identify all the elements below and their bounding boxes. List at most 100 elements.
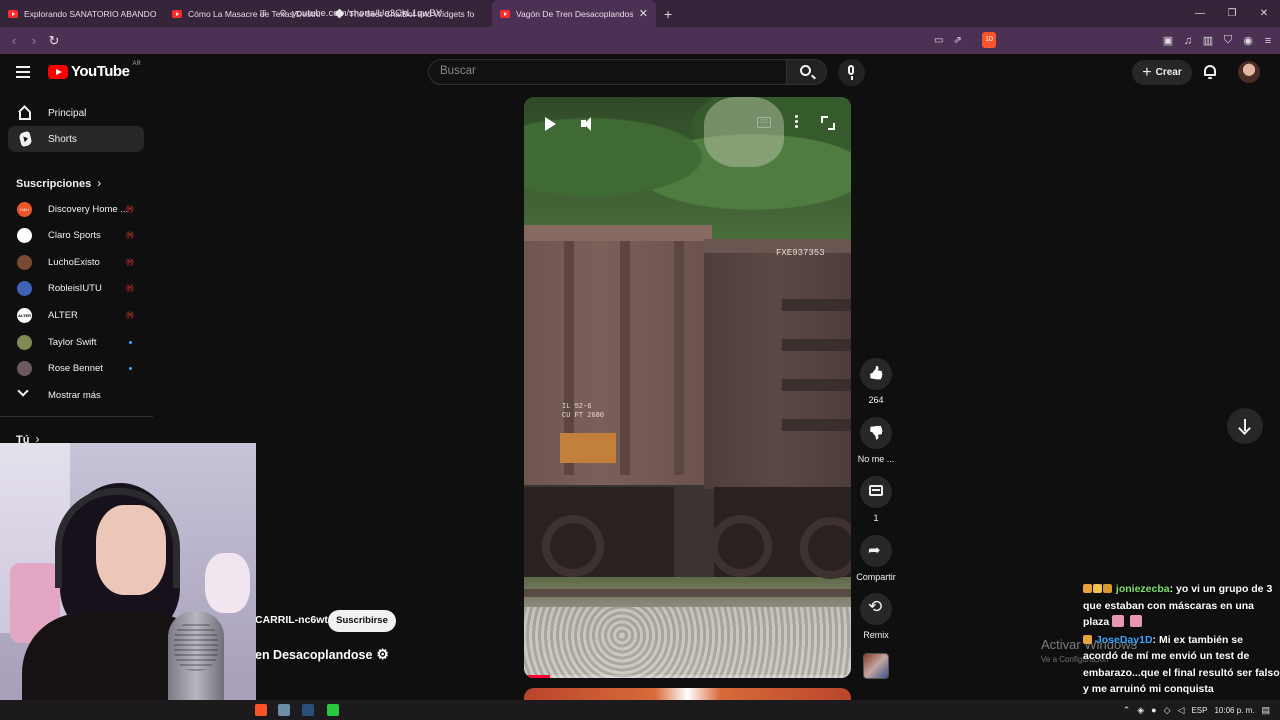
share-page-icon[interactable]: ⇗ <box>953 35 961 46</box>
taskbar <box>0 700 1280 720</box>
forward-icon[interactable]: › <box>24 33 44 48</box>
steam-taskbar-icon[interactable] <box>302 704 314 716</box>
plus-icon: + <box>1142 63 1152 81</box>
webcam-overlay <box>0 443 256 720</box>
more-options-icon[interactable] <box>795 115 798 130</box>
channel-avatar <box>17 227 32 243</box>
youtube-logo[interactable]: YouTube AR <box>48 61 141 80</box>
notifications-tray-icon[interactable]: ▤ <box>1261 705 1270 716</box>
browser-tab[interactable]: Explorando SANATORIO ABANDONA <box>0 0 164 27</box>
youtube-favicon-icon <box>172 9 182 18</box>
chevron-right-icon: › <box>97 176 102 190</box>
channel-name[interactable]: CARRIL-nc6wt <box>255 614 328 626</box>
avatar[interactable] <box>1238 61 1260 83</box>
youtube-favicon-icon <box>8 9 18 18</box>
wifi-icon[interactable]: ◇ <box>1164 705 1171 716</box>
volume-icon[interactable] <box>581 116 597 132</box>
like-icon <box>860 358 892 390</box>
brave-taskbar-icon[interactable] <box>255 704 267 716</box>
sidebar-divider <box>0 416 153 417</box>
shorts-video-player[interactable]: FXE937353 IL 52-6 CU FT 2680 CC <box>524 97 851 678</box>
train-car <box>524 225 712 485</box>
site-info-icon[interactable]: ⚙ <box>274 8 292 19</box>
notifications-icon[interactable] <box>1203 64 1217 80</box>
chevron-up-icon[interactable]: ⌃ <box>1123 705 1131 716</box>
microphone-icon[interactable]: ● <box>1151 705 1156 715</box>
train-wheel <box>710 515 772 577</box>
restore-icon[interactable]: ❐ <box>1216 8 1248 19</box>
home-icon <box>18 106 32 120</box>
url-field[interactable]: ⌑ ⚙ youtube.com/shorts/Ua3CkL1qwBY <box>252 3 998 24</box>
volume-icon[interactable]: ◁ <box>1178 705 1185 716</box>
live-indicator-icon: ((•)) <box>126 284 134 292</box>
play-icon[interactable] <box>545 117 556 131</box>
extension-icon[interactable]: ◉ <box>1242 34 1254 47</box>
dislike-icon <box>860 417 892 449</box>
dislike-button[interactable]: No me ... <box>852 417 900 464</box>
create-button[interactable]: + Crear <box>1132 60 1192 85</box>
search-button[interactable] <box>786 59 827 85</box>
sidebar-item-home[interactable]: Principal <box>8 100 144 126</box>
url-text[interactable]: youtube.com/shorts/Ua3CkL1qwBY <box>292 8 442 19</box>
live-indicator-icon: ((•)) <box>126 258 134 266</box>
next-video-button[interactable] <box>1227 408 1263 444</box>
sidebar-item-subscription[interactable]: H&H Discovery Home ... ((•)) <box>8 196 144 222</box>
address-actions: ▭ ⇗ <box>934 27 962 54</box>
sidebar-item-subscription[interactable]: LuchoExisto ((•)) <box>8 249 144 275</box>
clock[interactable]: 10:06 p. m. <box>1214 706 1254 715</box>
remix-button[interactable]: Remix <box>852 593 900 640</box>
like-button[interactable]: 264 <box>852 358 900 405</box>
network-icon[interactable]: ◈ <box>1137 705 1144 716</box>
subscribe-button[interactable]: Suscribirse <box>328 610 396 632</box>
app-taskbar-icon[interactable] <box>278 704 290 716</box>
video-progress-bar[interactable] <box>524 675 851 678</box>
channel-avatar <box>17 280 32 296</box>
channel-avatar: H&H <box>17 201 32 217</box>
live-indicator-icon: ((•)) <box>126 231 134 239</box>
sidebar-item-subscription[interactable]: Claro Sports ((•)) <box>8 222 144 248</box>
vpn-icon[interactable]: ⛉ <box>1222 34 1234 47</box>
sidebar-item-shorts[interactable]: Shorts <box>8 126 144 152</box>
youtube-play-icon <box>48 64 68 79</box>
bookmark-icon[interactable]: ⌑ <box>252 7 274 20</box>
comments-button[interactable]: 1 <box>852 476 900 523</box>
back-icon[interactable]: ‹ <box>4 33 24 48</box>
cast-icon[interactable]: ▭ <box>934 35 943 46</box>
voice-search-icon[interactable] <box>838 59 865 86</box>
menu-icon[interactable]: ≡ <box>1262 35 1274 47</box>
sidebar-toggle-icon[interactable]: ▥ <box>1202 34 1214 47</box>
train-wheel <box>542 515 604 577</box>
video-progress-fill <box>524 675 551 678</box>
sidebar-item-subscription[interactable]: RobleisIUTU ((•)) <box>8 275 144 301</box>
guide-menu-icon[interactable] <box>16 66 30 81</box>
music-icon[interactable]: ♫ <box>1182 35 1194 47</box>
reload-icon[interactable]: ↻ <box>44 33 64 49</box>
search-icon <box>800 65 811 76</box>
sidebar-item-subscription[interactable]: ALTER ALTER ((•)) <box>8 302 144 328</box>
sidebar-item-subscription[interactable]: Rose Bennet <box>8 355 144 381</box>
minimize-icon[interactable]: — <box>1184 8 1216 19</box>
close-window-icon[interactable]: ✕ <box>1248 8 1280 19</box>
fullscreen-icon[interactable] <box>821 116 835 130</box>
app-taskbar-icon[interactable] <box>327 704 339 716</box>
emote-icon <box>1112 615 1125 627</box>
train-car <box>704 239 851 489</box>
search-input[interactable]: Buscar <box>428 59 787 85</box>
share-button[interactable]: Compartir <box>852 535 900 582</box>
car-capacity-label: IL 52-6 CU FT 2680 <box>562 403 605 420</box>
brave-shields-icon[interactable]: 10 <box>982 32 996 48</box>
badge-icon <box>1083 634 1092 644</box>
video-title: en Desacoplandose ⚙ <box>255 646 389 662</box>
sidebar-item-subscription[interactable]: Taylor Swift <box>8 329 144 355</box>
chat-message: JoseDay1D: Mi ex también se acordó de mí… <box>1083 632 1280 698</box>
car-number-label: FXE937353 <box>776 248 825 258</box>
live-indicator-icon: ((•)) <box>126 311 134 319</box>
gear-icon: ⚙ <box>376 646 389 662</box>
show-more-button[interactable]: Mostrar más <box>8 382 144 408</box>
captions-icon[interactable]: CC <box>757 117 771 128</box>
subscriptions-heading[interactable]: Suscripciones › <box>16 176 101 190</box>
sound-thumbnail[interactable] <box>863 653 889 679</box>
wallet-icon[interactable]: ▣ <box>1162 34 1174 47</box>
language-indicator[interactable]: ESP <box>1191 706 1207 715</box>
next-short-preview[interactable] <box>524 688 851 700</box>
